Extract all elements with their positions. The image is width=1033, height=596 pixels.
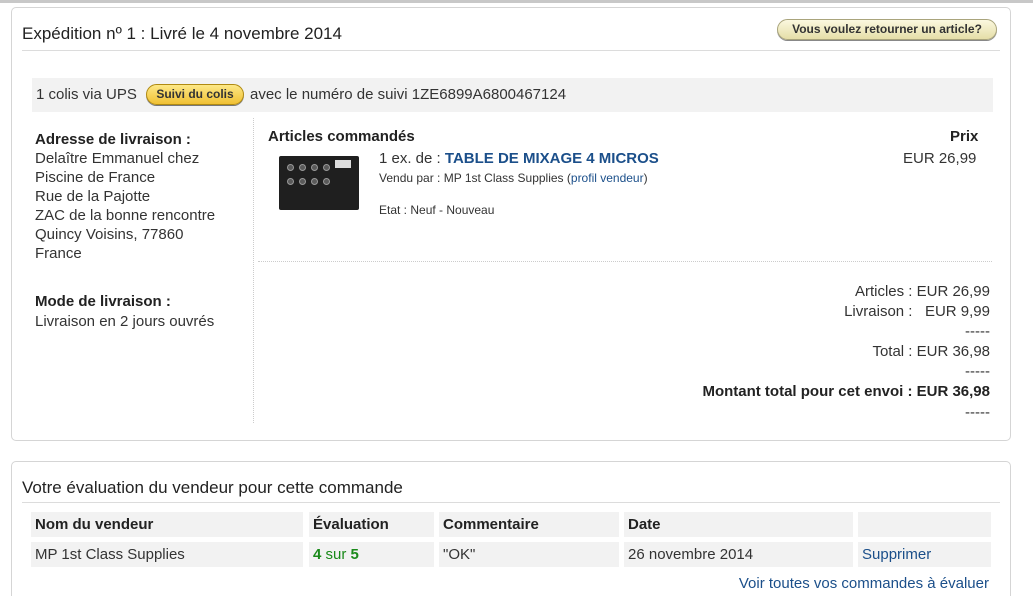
column-header-comment: Commentaire — [439, 512, 619, 537]
mixer-knob-icon — [299, 178, 306, 185]
seller-evaluation-panel: Votre évaluation du vendeur pour cette c… — [11, 461, 1011, 596]
top-border — [0, 0, 1033, 3]
rating-cell: 4 sur 5 — [309, 542, 434, 567]
column-header-seller: Nom du vendeur — [31, 512, 303, 537]
seller-suffix: ) — [643, 171, 648, 185]
divider — [22, 50, 1000, 51]
item-price: EUR 26,99 — [903, 150, 977, 167]
seller-prefix: Vendu par : MP 1st Class Supplies ( — [379, 171, 571, 185]
dash-separator: ----- — [965, 363, 990, 380]
divider — [258, 261, 992, 262]
address-line: Rue de la Pajotte — [35, 188, 151, 205]
mixer-knob-icon — [311, 178, 318, 185]
rating-sur: sur — [325, 546, 347, 563]
product-thumbnail[interactable] — [279, 156, 359, 210]
item-title-line: 1 ex. de : TABLE DE MIXAGE 4 MICROS — [379, 150, 659, 167]
rating-max: 5 — [350, 546, 359, 563]
delete-evaluation-link[interactable]: Supprimer — [862, 546, 931, 563]
column-header-date: Date — [624, 512, 853, 537]
mixer-knob-icon — [323, 178, 330, 185]
comment-cell: "OK" — [439, 542, 619, 567]
brand-logo-icon — [335, 160, 351, 168]
articles-header: Articles commandés — [268, 128, 415, 145]
shipment-title: Expédition nº 1 : Livré le 4 novembre 20… — [22, 24, 342, 43]
dash-separator: ----- — [965, 323, 990, 340]
address-line: France — [35, 245, 82, 262]
shipment-panel: Expédition nº 1 : Livré le 4 novembre 20… — [11, 7, 1011, 441]
mixer-knob-icon — [287, 164, 294, 171]
tracking-number: avec le numéro de suivi 1ZE6899A68004671… — [250, 86, 567, 103]
order-total: Total : EUR 36,98 — [872, 343, 990, 360]
price-header: Prix — [950, 128, 979, 145]
mixer-knob-icon — [299, 164, 306, 171]
column-separator — [253, 118, 254, 423]
tracking-bar: 1 colis via UPS Suivi du colis avec le n… — [32, 78, 993, 112]
return-item-button[interactable]: Vous voulez retourner un article? — [777, 19, 997, 40]
articles-subtotal: Articles : EUR 26,99 — [854, 283, 990, 300]
evaluation-title: Votre évaluation du vendeur pour cette c… — [22, 478, 403, 497]
address-label: Adresse de livraison : — [35, 131, 191, 148]
shipment-grand-total: Montant total pour cet envoi : EUR 36,98 — [702, 383, 990, 400]
mixer-knob-icon — [311, 164, 318, 171]
address-line: Delaître Emmanuel chez — [35, 150, 200, 167]
tracking-prefix: 1 colis via UPS — [36, 86, 137, 103]
item-seller: Vendu par : MP 1st Class Supplies (profi… — [379, 171, 648, 185]
mixer-knob-icon — [287, 178, 294, 185]
item-name-link[interactable]: TABLE DE MIXAGE 4 MICROS — [445, 150, 659, 167]
date-cell: 26 novembre 2014 — [624, 542, 853, 567]
track-package-button[interactable]: Suivi du colis — [146, 84, 244, 105]
seller-name-cell: MP 1st Class Supplies — [31, 542, 303, 567]
seller-profile-link[interactable]: profil vendeur — [571, 171, 644, 185]
item-quantity: 1 ex. de : — [379, 150, 441, 167]
item-condition: Etat : Neuf - Nouveau — [379, 203, 495, 217]
column-header-rating: Évaluation — [309, 512, 434, 537]
delivery-address: Adresse de livraison : Delaître Emmanuel… — [35, 130, 245, 263]
column-header-actions — [858, 512, 991, 537]
delivery-mode-label: Mode de livraison : — [35, 293, 171, 310]
rating-score: 4 — [313, 546, 322, 563]
delivery-mode-value: Livraison en 2 jours ouvrés — [35, 313, 215, 330]
address-line: Quincy Voisins, 77860 — [35, 226, 184, 243]
address-line: Piscine de France — [35, 169, 156, 186]
address-line: ZAC de la bonne rencontre — [35, 207, 216, 224]
shipping-cost: Livraison : EUR 9,99 — [844, 303, 990, 320]
dash-separator: ----- — [965, 404, 990, 421]
mixer-knob-icon — [323, 164, 330, 171]
view-all-orders-link[interactable]: Voir toutes vos commandes à évaluer — [739, 575, 989, 592]
divider — [22, 502, 1000, 503]
actions-cell: Supprimer — [858, 542, 991, 567]
